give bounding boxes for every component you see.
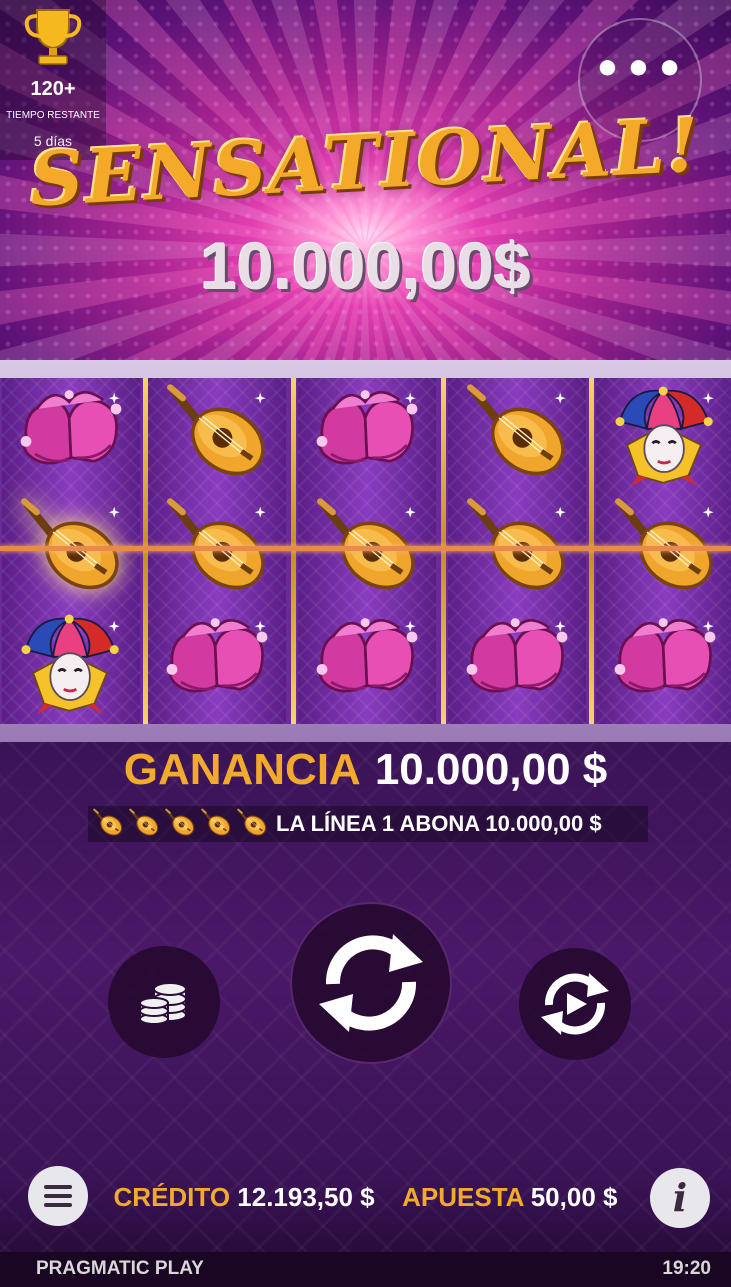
info-button[interactable]: i: [650, 1168, 710, 1228]
jester-mask-symbol: [12, 610, 130, 718]
mini-lute-icon: [236, 808, 268, 840]
jester-shoes-symbol: [308, 382, 426, 490]
clock: 19:20: [662, 1258, 711, 1279]
lute-symbol: [158, 382, 276, 490]
jester-shoes-icon: [315, 616, 419, 693]
tournament-count: 120+: [30, 78, 76, 100]
jester-shoes-symbol: [12, 382, 130, 490]
jackpot-banner: 120+ TIEMPO RESTANTE 5 días ••• SENSATIO…: [0, 0, 731, 360]
bet-value: 50,00 $: [530, 1182, 618, 1212]
mini-lute-icon: [200, 808, 232, 840]
reel-separator: [143, 378, 148, 724]
jester-shoes-symbol: [308, 610, 426, 718]
win-label: GANANCIA: [123, 745, 361, 794]
info-icon: i: [672, 1175, 688, 1220]
mini-lute-icon: [92, 808, 124, 840]
reel-separator: [291, 378, 296, 724]
lute-symbol: [458, 382, 576, 490]
jester-shoes-symbol: [458, 610, 576, 718]
reel-separator: [589, 378, 594, 724]
bet-label: APUESTA: [402, 1182, 524, 1212]
mini-lute-icon: [164, 808, 196, 840]
win-display: GANANCIA 10.000,00 $: [0, 742, 731, 798]
balance-bar: CRÉDITO 12.193,50 $ APUESTA 50,00 $: [0, 1182, 731, 1213]
mini-lute-icon: [128, 808, 160, 840]
trophy-icon: [24, 9, 82, 65]
line-pay-text: LA LÍNEA 1 ABONA 10.000,00 $: [276, 811, 602, 836]
jester-mask-icon: [614, 385, 715, 488]
spin-button[interactable]: [290, 902, 452, 1064]
time-remaining-label: TIEMPO RESTANTE: [6, 110, 100, 121]
jester-mask-icon: [20, 613, 121, 716]
more-dots-icon: •••: [593, 44, 687, 95]
win-value: 10.000,00 $: [374, 745, 608, 794]
footer-bar: PRAGMATIC PLAY 19:20: [0, 1252, 731, 1287]
jester-shoes-icon: [465, 616, 569, 693]
coins-icon: [139, 982, 187, 1025]
brand-name: PRAGMATIC PLAY: [36, 1258, 204, 1279]
autoplay-icon: [541, 973, 609, 1035]
jester-shoes-symbol: [606, 610, 724, 718]
lute-icon: [158, 382, 276, 490]
jester-shoes-icon: [315, 388, 419, 465]
reel-area: [0, 378, 731, 724]
jester-shoes-icon: [613, 616, 717, 693]
autoplay-button[interactable]: [519, 948, 631, 1060]
lute-icon: [458, 382, 576, 490]
jester-shoes-icon: [165, 616, 269, 693]
jester-shoes-icon: [19, 388, 123, 465]
jester-mask-symbol: [606, 382, 724, 490]
spin-icon: [319, 934, 423, 1032]
line-pay-banner: LA LÍNEA 1 ABONA 10.000,00 $: [88, 806, 648, 842]
bet-button[interactable]: [108, 946, 220, 1058]
credit-value: 12.193,50 $: [237, 1182, 375, 1212]
reel-separator: [441, 378, 446, 724]
jester-shoes-symbol: [158, 610, 276, 718]
credit-label: CRÉDITO: [113, 1182, 231, 1212]
winning-payline: [0, 546, 731, 551]
banner-win-amount: 10.000,00$: [200, 229, 531, 303]
winning-symbols: [92, 808, 268, 840]
